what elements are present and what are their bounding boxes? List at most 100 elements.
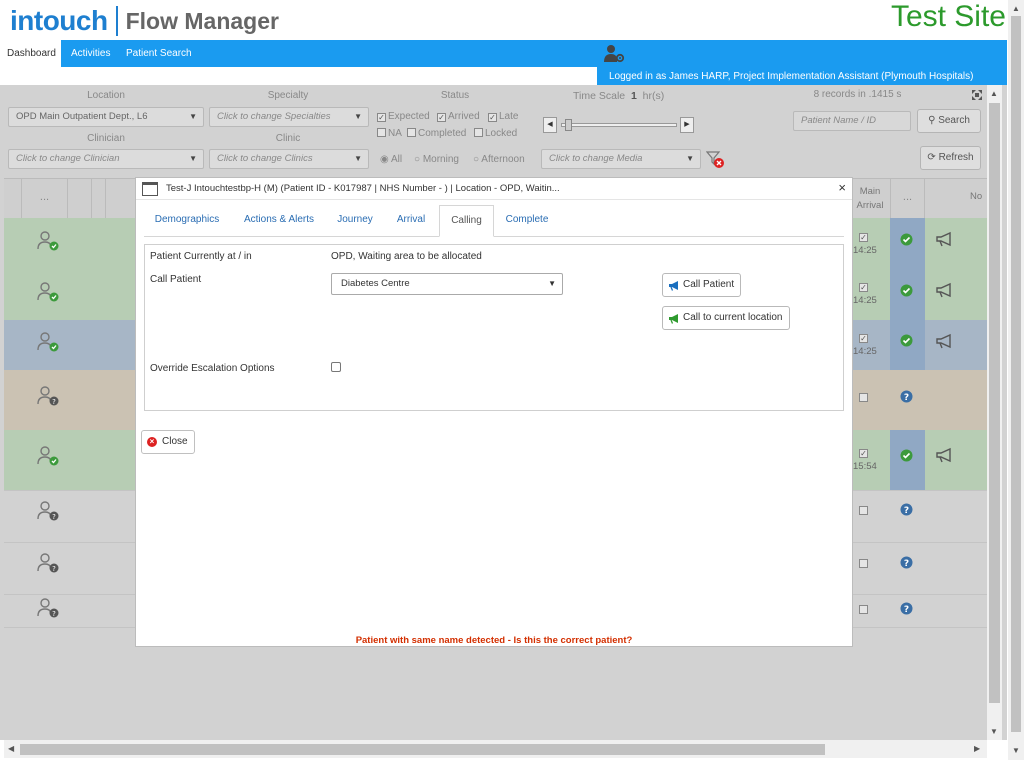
megaphone-icon[interactable] [935,282,955,298]
user-settings-icon[interactable] [603,44,625,64]
location-label: Location [87,90,125,101]
arrival-check[interactable] [859,505,870,517]
arrival-check[interactable] [859,604,870,616]
grid-vertical-scrollbar[interactable]: ▲ ▼ [987,85,1002,740]
tab-underline [144,236,844,237]
tab-calling[interactable]: Calling [439,205,494,237]
arrival-time: 15:54 [853,461,877,472]
status-arrived[interactable]: ✓ Arrived [437,111,480,122]
tab-complete[interactable]: Complete [500,205,554,237]
call-current-location-button[interactable]: Call to current location [662,306,790,330]
tab-arrival[interactable]: Arrival [388,205,434,237]
svg-text:?: ? [904,506,909,516]
app-logo: intouch Flow Manager [10,4,279,38]
media-select[interactable]: Click to change Media ▼ [541,149,701,169]
call-patient-button[interactable]: Call Patient [662,273,742,297]
specialty-select[interactable]: Click to change Specialties ▼ [209,107,369,127]
megaphone-icon [669,281,678,291]
window-scrollbar[interactable]: ▲ ▼ [1008,0,1024,760]
arrival-check[interactable]: ✓ [859,446,870,458]
site-label: Test Site [890,0,1006,33]
dialog-title: Test-J Intouchtestbp-H (M) (Patient ID -… [166,183,560,194]
nav-activities[interactable]: Activities [64,40,117,67]
time-morning-radio[interactable]: ○ Morning [414,154,459,165]
clinician-select[interactable]: Click to change Clinician ▼ [8,149,204,169]
window-icon [142,182,158,196]
status-na[interactable]: NA [377,128,402,139]
slider-handle[interactable] [565,119,572,131]
arrival-check[interactable]: ✓ [859,230,870,242]
status-locked[interactable]: Locked [474,128,517,139]
svg-text:?: ? [52,565,56,573]
nav-dashboard[interactable]: Dashboard [0,40,61,67]
megaphone-icon[interactable] [935,447,955,463]
question-circle-icon: ? [900,390,913,403]
check-circle-icon [900,334,913,347]
patient-unknown-icon: ? [37,386,59,406]
patient-location-label: Patient Currently at / in [150,251,252,262]
status-completed[interactable]: Completed [407,128,466,139]
patient-arrived-icon [37,231,59,251]
arrival-check[interactable]: ✓ [859,331,870,343]
check-circle-icon [900,449,913,462]
arrival-time: 14:25 [853,295,877,306]
patient-arrived-icon [37,282,59,302]
megaphone-icon[interactable] [935,333,955,349]
specialty-label: Specialty [267,90,309,101]
dialog-close-icon[interactable]: × [838,180,846,195]
grid-header-menu[interactable]: ... [22,179,68,219]
patient-arrived-icon [37,446,59,466]
search-button[interactable]: ⚲ Search [917,109,981,133]
clinic-select[interactable]: Click to change Clinics ▼ [209,149,369,169]
megaphone-icon [669,314,678,324]
status-expected[interactable]: ✓ Expected [377,111,430,122]
arrival-check[interactable]: ✓ [859,280,870,292]
refresh-button[interactable]: ⟳ Refresh [920,146,981,170]
svg-text:?: ? [52,398,56,406]
question-circle-icon: ? [900,556,913,569]
clinic-label: Clinic [275,133,301,144]
call-location-select[interactable]: Diabetes Centre ▼ [331,273,563,295]
grid-header-dots-2: ... [890,179,924,219]
svg-text:?: ? [52,610,56,618]
brand-name: intouch [10,5,108,36]
tab-demographics[interactable]: Demographics [148,205,226,237]
check-circle-icon [900,233,913,246]
grid-horizontal-scrollbar[interactable]: ◀ ▶ [4,740,987,758]
patient-unknown-icon: ? [37,501,59,521]
patient-unknown-icon: ? [37,553,59,573]
calling-panel: Patient Currently at / in OPD, Waiting a… [144,244,844,411]
svg-text:?: ? [904,605,909,615]
duplicate-patient-warning: Patient with same name detected - Is thi… [355,635,633,646]
login-status: Logged in as James HARP, Project Impleme… [597,67,1007,85]
close-button[interactable]: × Close [141,430,195,454]
status-label: Status [440,90,470,101]
tab-actions-alerts[interactable]: Actions & Alerts [234,205,324,237]
patient-dialog: Test-J Intouchtestbp-H (M) (Patient ID -… [135,177,853,647]
status-late[interactable]: ✓ Late [488,111,518,122]
svg-text:?: ? [904,393,909,403]
svg-text:?: ? [904,559,909,569]
nav-patient-search[interactable]: Patient Search [119,40,199,67]
override-escalation-checkbox[interactable] [331,362,341,372]
arrival-time: 14:25 [853,346,877,357]
location-select[interactable]: OPD Main Outpatient Dept., L6 ▼ [8,107,204,127]
clear-filter-icon[interactable] [706,151,726,169]
arrival-check[interactable] [859,392,870,404]
call-patient-label: Call Patient [150,274,202,285]
tab-journey[interactable]: Journey [330,205,380,237]
product-name: Flow Manager [125,7,279,34]
time-all-radio[interactable]: ◉ All [380,154,402,165]
patient-location-value: OPD, Waiting area to be allocated [331,251,482,262]
patient-search-input[interactable]: Patient Name / ID [793,111,911,131]
close-icon: × [147,437,157,447]
megaphone-icon[interactable] [935,231,955,247]
time-afternoon-radio[interactable]: ○ Afternoon [473,154,525,165]
fullscreen-icon[interactable] [971,89,983,101]
main-arrival-header: Main Arrival [856,186,884,211]
time-scale-slider[interactable]: ◀ ▶ [543,117,695,133]
logo-divider [115,6,118,36]
patient-arrived-icon [37,332,59,352]
dialog-title-bar: Test-J Intouchtestbp-H (M) (Patient ID -… [136,178,852,200]
arrival-check[interactable] [859,558,870,570]
